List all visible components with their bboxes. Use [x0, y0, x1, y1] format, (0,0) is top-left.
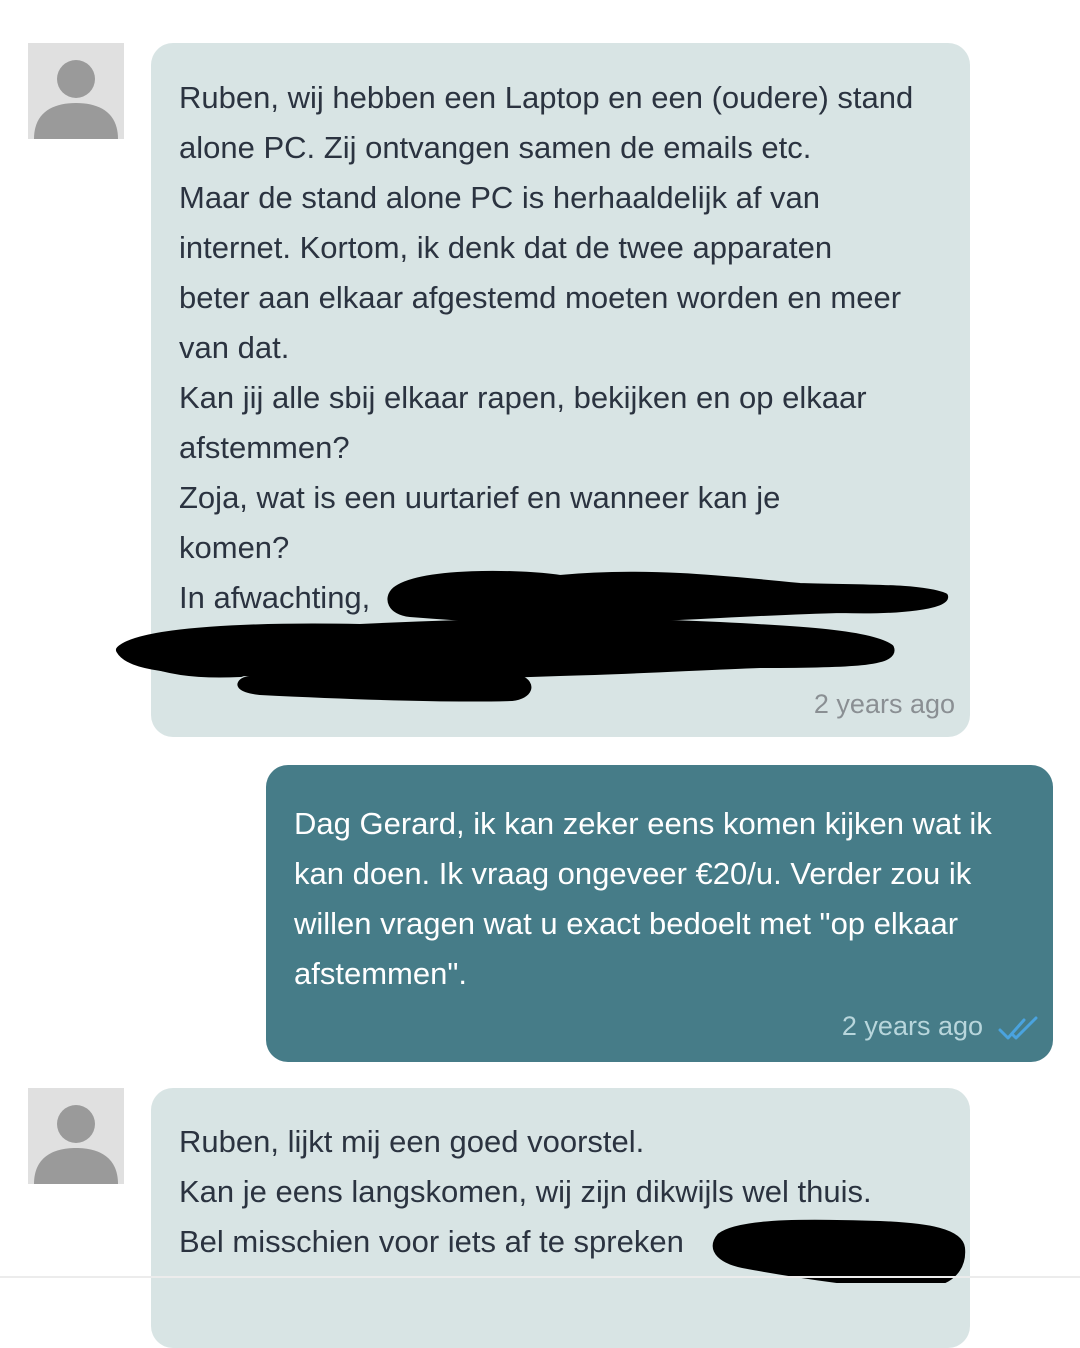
message-text: Dag Gerard, ik kan zeker eens komen kijk… — [294, 806, 992, 991]
default-user-avatar-icon — [34, 60, 118, 139]
double-check-icon — [998, 1016, 1038, 1040]
message-timestamp: 2 years ago — [813, 689, 955, 719]
message-timestamp: 2 years ago — [841, 1011, 983, 1041]
message-bubble-incoming[interactable]: Ruben, lijkt mij een goed voorstel. Kan … — [151, 1088, 970, 1348]
sender-avatar[interactable] — [28, 1088, 124, 1184]
message-text: Ruben, wij hebben een Laptop en een (oud… — [179, 80, 914, 615]
default-user-avatar-icon — [34, 1105, 118, 1184]
message-bubble-incoming[interactable]: Ruben, wij hebben een Laptop en een (oud… — [151, 43, 970, 737]
sender-avatar[interactable] — [28, 43, 124, 139]
message-bubble-outgoing[interactable]: Dag Gerard, ik kan zeker eens komen kijk… — [266, 765, 1053, 1062]
divider — [0, 1276, 1080, 1278]
message-text: Ruben, lijkt mij een goed voorstel. Kan … — [179, 1124, 872, 1259]
